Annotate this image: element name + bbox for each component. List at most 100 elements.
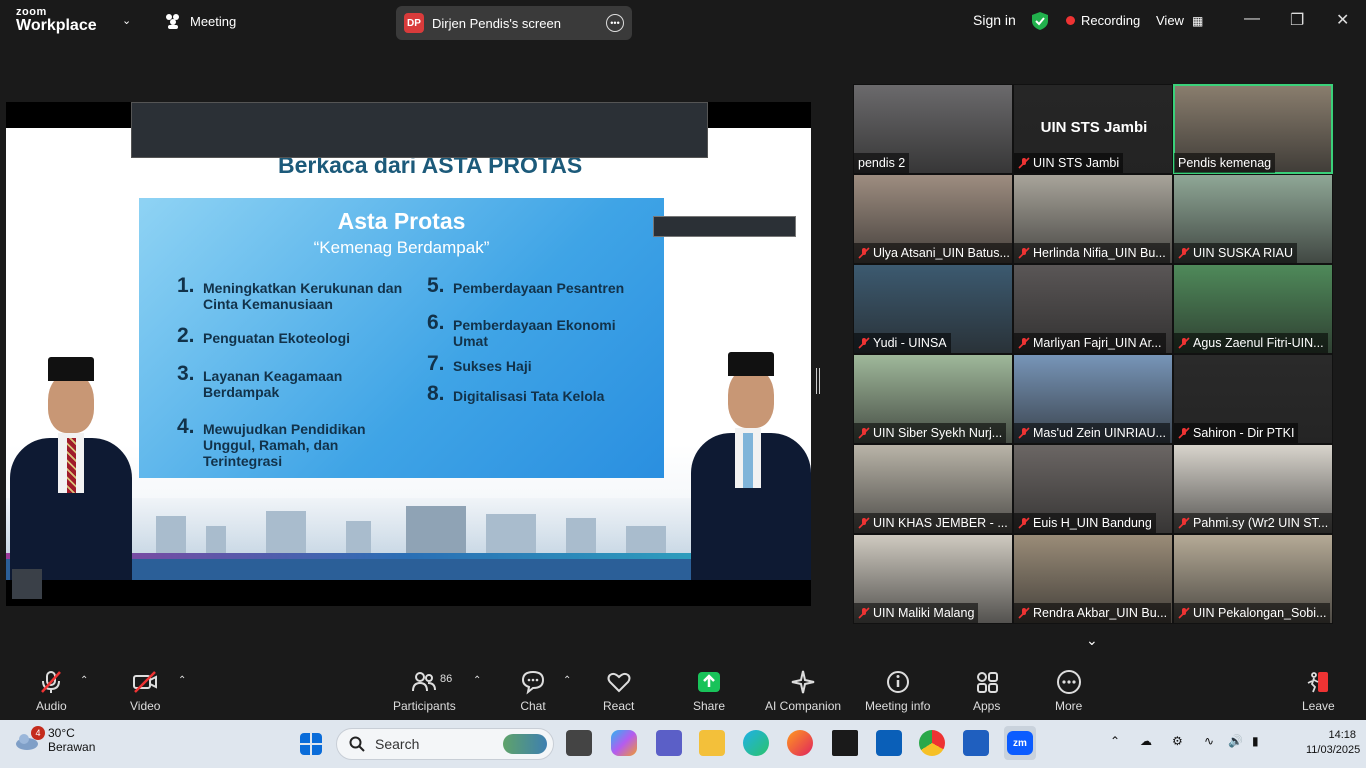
participant-tile[interactable]: UIN KHAS JEMBER - ... <box>853 444 1013 534</box>
onedrive-icon[interactable]: ☁ <box>1140 734 1152 748</box>
participants-options-caret[interactable]: ⌃ <box>473 675 481 686</box>
chat-options-caret[interactable]: ⌃ <box>563 675 571 686</box>
participant-tile[interactable]: Rendra Akbar_UIN Bu... <box>1013 534 1173 624</box>
participant-tile[interactable]: Yudi - UINSA <box>853 264 1013 354</box>
sign-in-button[interactable]: Sign in <box>973 12 1016 28</box>
resize-handle[interactable] <box>816 368 820 394</box>
participant-name: Rendra Akbar_UIN Bu... <box>1014 603 1172 623</box>
mic-muted-icon <box>1018 517 1030 529</box>
video-options-caret[interactable]: ⌃ <box>178 675 186 686</box>
react-button[interactable]: React <box>603 669 634 713</box>
chevron-down-icon[interactable]: ⌄ <box>1086 632 1098 649</box>
mic-muted-icon <box>41 671 62 693</box>
screen-share-indicator[interactable]: DP Dirjen Pendis's screen ••• <box>396 6 632 40</box>
edge-icon[interactable] <box>743 730 769 756</box>
participant-name: Mas'ud Zein UINRIAU... <box>1014 423 1170 443</box>
weather-widget[interactable]: 30°C Berawan <box>14 726 95 754</box>
copilot-icon[interactable] <box>611 730 637 756</box>
ai-companion-button[interactable]: AI Companion <box>765 669 841 713</box>
share-label: Dirjen Pendis's screen <box>432 15 561 31</box>
participant-tile[interactable]: UIN STS Jambi UIN STS Jambi <box>1013 84 1173 174</box>
meeting-menu[interactable]: Meeting <box>164 13 236 29</box>
participant-tile[interactable]: Mas'ud Zein UINRIAU... <box>1013 354 1173 444</box>
leave-button[interactable]: Leave <box>1302 669 1335 713</box>
windows-taskbar: 30°C Berawan 4 Search zm ⌃ ☁ ⚙ ∿ 🔊 ▮ 14:1… <box>0 720 1366 768</box>
participant-name: pendis 2 <box>854 153 910 173</box>
sparkle-icon <box>791 670 815 694</box>
self-view-thumbnail[interactable] <box>12 569 42 599</box>
mic-muted-icon <box>1018 157 1030 169</box>
recording-indicator[interactable]: Recording <box>1066 13 1140 28</box>
file-explorer-icon[interactable] <box>699 730 725 756</box>
wifi-icon[interactable]: ∿ <box>1204 734 1214 748</box>
meeting-controls: Audio ⌃ Video ⌃ Participants 86 ⌃ Chat ⌃… <box>0 661 1366 720</box>
firefox-icon[interactable] <box>787 730 813 756</box>
mic-muted-icon <box>858 517 870 529</box>
clock[interactable]: 14:18 11/03/2025 <box>1306 728 1360 758</box>
shield-check-icon[interactable] <box>1031 11 1049 31</box>
minimize-icon[interactable]: — <box>1244 10 1260 28</box>
dropbox-icon[interactable] <box>832 730 858 756</box>
redacted-block <box>131 102 708 158</box>
participant-tile[interactable]: Marliyan Fajri_UIN Ar... <box>1013 264 1173 354</box>
presentation-slide: Berkaca dari ASTA PROTAS Asta Protas “Ke… <box>6 128 811 580</box>
list-item: 4. Mewujudkan Pendidikan Unggul, Ramah, d… <box>177 415 366 469</box>
task-view-icon[interactable] <box>566 730 592 756</box>
word-icon[interactable] <box>963 730 989 756</box>
network-status-icon[interactable]: ⚙ <box>1172 734 1183 748</box>
apps-icon <box>976 672 998 693</box>
search-highlight-icon <box>503 734 547 754</box>
chat-button[interactable]: Chat <box>520 669 546 713</box>
meeting-info-button[interactable]: Meeting info <box>865 669 930 713</box>
participant-tile[interactable]: Euis H_UIN Bandung <box>1013 444 1173 534</box>
participant-tile[interactable]: Herlinda Nifia_UIN Bu... <box>1013 174 1173 264</box>
participant-name: Herlinda Nifia_UIN Bu... <box>1014 243 1170 263</box>
participant-tile[interactable]: Ulya Atsani_UIN Batus... <box>853 174 1013 264</box>
zoom-taskbar-button[interactable]: zm <box>1004 726 1036 760</box>
apps-button[interactable]: Apps <box>973 669 1000 713</box>
chevron-up-icon[interactable]: ⌃ <box>1110 734 1120 748</box>
video-off-icon <box>133 671 158 693</box>
audio-options-caret[interactable]: ⌃ <box>80 675 88 686</box>
close-icon[interactable]: ✕ <box>1336 10 1349 30</box>
participant-tile[interactable]: UIN Maliki Malang <box>853 534 1013 624</box>
participant-tile[interactable]: UIN Pekalongan_Sobi... <box>1173 534 1333 624</box>
mic-muted-icon <box>1178 427 1190 439</box>
participant-name: UIN Siber Syekh Nurj... <box>854 423 1007 443</box>
presenter-image-right <box>691 338 811 580</box>
share-button[interactable]: Share <box>693 669 725 713</box>
participants-icon <box>412 672 437 692</box>
more-icon[interactable]: ••• <box>606 14 624 32</box>
zoom-logo: zoom Workplace <box>16 6 97 34</box>
teams-icon[interactable] <box>656 730 682 756</box>
chat-icon <box>521 670 545 695</box>
participant-tile[interactable]: UIN Siber Syekh Nurj... <box>853 354 1013 444</box>
participant-name: Agus Zaenul Fitri-UIN... <box>1174 333 1328 353</box>
participant-tile[interactable]: UIN SUSKA RIAU <box>1173 174 1333 264</box>
participant-tile[interactable]: pendis 2 <box>853 84 1013 174</box>
participant-tile[interactable]: Pendis kemenag <box>1173 84 1333 174</box>
battery-icon[interactable]: ▮ <box>1252 734 1259 748</box>
participant-display-name: UIN STS Jambi <box>1040 119 1148 136</box>
video-gallery: pendis 2 UIN STS Jambi UIN STS Jambi Pendis… <box>853 84 1334 624</box>
participant-tile[interactable]: Sahiron - Dir PTKI <box>1173 354 1333 444</box>
mic-muted-icon <box>1178 337 1190 349</box>
windows-start-icon[interactable] <box>300 733 322 755</box>
view-button[interactable]: View ▦ <box>1156 13 1203 28</box>
taskbar-search[interactable]: Search <box>336 728 554 760</box>
chevron-down-icon[interactable]: ⌄ <box>122 14 131 27</box>
chrome-icon[interactable] <box>919 730 945 756</box>
participant-tile[interactable]: Agus Zaenul Fitri-UIN... <box>1173 264 1333 354</box>
volume-icon[interactable]: 🔊 <box>1228 734 1243 748</box>
more-button[interactable]: More <box>1055 669 1082 713</box>
store-icon[interactable] <box>876 730 902 756</box>
participant-name: UIN SUSKA RIAU <box>1174 243 1298 263</box>
restore-icon[interactable]: ❐ <box>1290 10 1304 30</box>
participant-name: UIN Maliki Malang <box>854 603 979 623</box>
audio-button[interactable]: Audio <box>36 669 67 713</box>
participant-tile[interactable]: Pahmi.sy (Wr2 UIN ST... <box>1173 444 1333 534</box>
video-button[interactable]: Video <box>130 669 160 713</box>
participant-name: Pahmi.sy (Wr2 UIN ST... <box>1174 513 1332 533</box>
mic-muted-icon <box>1018 427 1030 439</box>
participant-name: UIN STS Jambi <box>1014 153 1124 173</box>
